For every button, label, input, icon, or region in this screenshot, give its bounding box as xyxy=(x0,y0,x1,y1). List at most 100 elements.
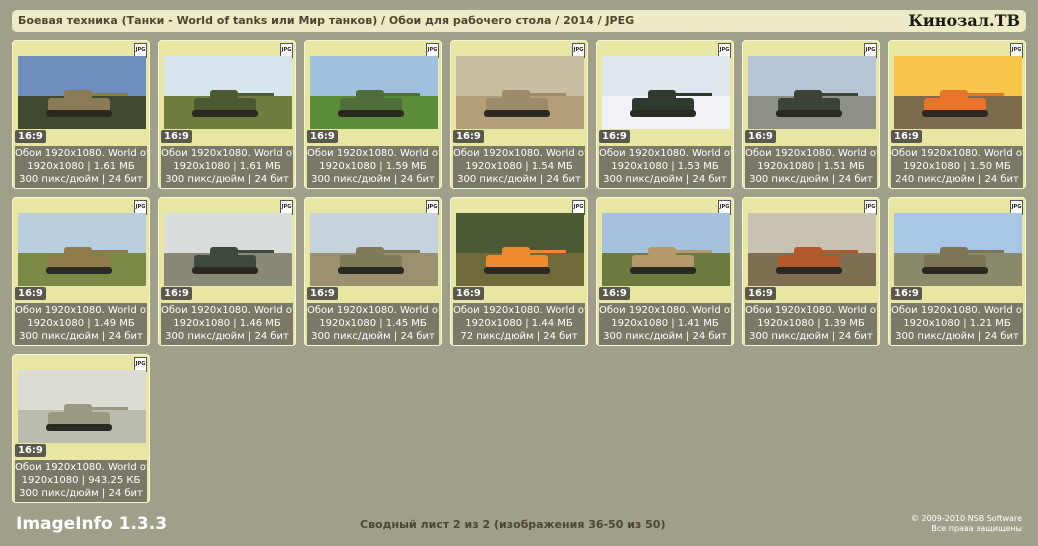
aspect-ratio-badge: 16:9 xyxy=(307,130,338,143)
image-name: Обои 1920x1080. World of Tanks xyxy=(453,148,585,159)
image-info: Обои 1920x1080. World of Tanks 1920x1080 … xyxy=(307,303,439,345)
image-info: Обои 1920x1080. World of Tanks 1920x1080 … xyxy=(307,146,439,188)
aspect-ratio-badge: 16:9 xyxy=(745,130,776,143)
tank-image[interactable] xyxy=(18,213,146,286)
image-dpi: 300 пикс/дюйм | 24 бит xyxy=(19,331,143,342)
copyright-line: © 2009-2010 NSB Software xyxy=(910,514,1022,523)
image-info: Обои 1920x1080. World of Tanks 1920x1080 … xyxy=(745,146,877,188)
image-dpi: 300 пикс/дюйм | 24 бит xyxy=(457,174,581,185)
tank-image[interactable] xyxy=(164,56,292,129)
tank-image[interactable] xyxy=(602,213,730,286)
image-name: Обои 1920x1080. World of Tanks xyxy=(599,148,731,159)
aspect-ratio-badge: 16:9 xyxy=(161,130,192,143)
image-meta: 1920x1080 | 1.59 МБ xyxy=(319,161,427,172)
image-dpi: 300 пикс/дюйм | 24 бит xyxy=(603,331,727,342)
image-dpi: 300 пикс/дюйм | 24 бит xyxy=(165,331,289,342)
thumbnail-card[interactable]: JPG16:9Обои 1920x1080. World of Tanks192… xyxy=(450,40,588,189)
aspect-ratio-badge: 16:9 xyxy=(15,287,46,300)
image-meta: 1920x1080 | 1.46 МБ xyxy=(173,318,281,329)
thumbnail-card[interactable]: JPG16:9Обои 1920x1080. World of Tanks192… xyxy=(888,40,1026,189)
image-name: Обои 1920x1080. World of Tanks xyxy=(599,305,731,316)
aspect-ratio-badge: 16:9 xyxy=(15,444,46,457)
image-meta: 1920x1080 | 1.61 МБ xyxy=(173,161,281,172)
image-info: Обои 1920x1080. World of Tanks 1920x1080 … xyxy=(161,303,293,345)
image-dpi: 72 пикс/дюйм | 24 бит xyxy=(460,331,578,342)
image-meta: 1920x1080 | 1.61 МБ xyxy=(27,161,135,172)
image-name: Обои 1920x1080. World of Tanks xyxy=(745,148,877,159)
thumbnail-card[interactable]: JPG16:9Обои 1920x1080. World of Tanks192… xyxy=(304,40,442,189)
tank-image[interactable] xyxy=(894,56,1022,129)
image-name: Обои 1920x1080. World of Tanks xyxy=(745,305,877,316)
image-info: Обои 1920x1080. World of Tanks 1920x1080 … xyxy=(599,303,731,345)
image-meta: 1920x1080 | 1.49 МБ xyxy=(27,318,135,329)
thumbnail-card[interactable]: JPG16:9Обои 1920x1080. World of Tanks192… xyxy=(158,197,296,346)
image-dpi: 300 пикс/дюйм | 24 бит xyxy=(311,331,435,342)
tank-image[interactable] xyxy=(748,213,876,286)
aspect-ratio-badge: 16:9 xyxy=(453,130,484,143)
tank-image[interactable] xyxy=(18,56,146,129)
aspect-ratio-badge: 16:9 xyxy=(599,287,630,300)
image-name: Обои 1920x1080. World of Tanks xyxy=(161,305,293,316)
thumbnail-card[interactable]: JPG16:9Обои 1920x1080. World of Tanks192… xyxy=(888,197,1026,346)
image-info: Обои 1920x1080. World of Tanks 1920x1080 … xyxy=(599,146,731,188)
aspect-ratio-badge: 16:9 xyxy=(15,130,46,143)
header-bar: Боевая техника (Танки - World of tanks и… xyxy=(12,10,1026,32)
thumbnail-card[interactable]: JPG16:9Обои 1920x1080. World of Tanks192… xyxy=(742,40,880,189)
image-info: Обои 1920x1080. World of Tanks 1920x1080 … xyxy=(15,146,147,188)
tank-image[interactable] xyxy=(748,56,876,129)
tank-image[interactable] xyxy=(602,56,730,129)
image-meta: 1920x1080 | 1.45 МБ xyxy=(319,318,427,329)
image-dpi: 300 пикс/дюйм | 24 бит xyxy=(165,174,289,185)
image-info: Обои 1920x1080. World of Tanks 1920x1080 … xyxy=(745,303,877,345)
tank-image[interactable] xyxy=(310,213,438,286)
thumbnail-card[interactable]: JPG16:9Обои 1920x1080. World of Tanks192… xyxy=(450,197,588,346)
image-name: Обои 1920x1080. World of Tanks xyxy=(307,305,439,316)
aspect-ratio-badge: 16:9 xyxy=(307,287,338,300)
image-meta: 1920x1080 | 1.54 МБ xyxy=(465,161,573,172)
sheet-status: Сводный лист 2 из 2 (изображения 36-50 и… xyxy=(360,518,666,531)
thumbnail-card[interactable]: JPG16:9Обои 1920x1080. World of Tanks192… xyxy=(596,40,734,189)
image-dpi: 300 пикс/дюйм | 24 бит xyxy=(19,174,143,185)
copyright: © 2009-2010 NSB Software Все права защищ… xyxy=(911,514,1022,534)
image-name: Обои 1920x1080. World of Tanks xyxy=(15,305,147,316)
tank-image[interactable] xyxy=(164,213,292,286)
image-dpi: 300 пикс/дюйм | 24 бит xyxy=(603,174,727,185)
aspect-ratio-badge: 16:9 xyxy=(891,130,922,143)
image-meta: 1920x1080 | 1.51 МБ xyxy=(757,161,865,172)
app-name: ImageInfo 1.3.3 xyxy=(16,514,168,534)
image-info: Обои 1920x1080. World of Tanks 1920x1080 … xyxy=(15,303,147,345)
thumbnail-card[interactable]: JPG16:9Обои 1920x1080. World of Tanks192… xyxy=(12,354,150,503)
image-dpi: 300 пикс/дюйм | 24 бит xyxy=(749,174,873,185)
image-info: Обои 1920x1080. World of Tanks 1920x1080 … xyxy=(453,146,585,188)
image-name: Обои 1920x1080. World of Tanks xyxy=(891,148,1023,159)
thumbnail-card[interactable]: JPG16:9Обои 1920x1080. World of Tanks192… xyxy=(12,40,150,189)
image-meta: 1920x1080 | 1.50 МБ xyxy=(903,161,1011,172)
image-info: Обои 1920x1080. World of Tanks 1920x1080 … xyxy=(891,146,1023,188)
image-dpi: 300 пикс/дюйм | 24 бит xyxy=(311,174,435,185)
image-info: Обои 1920x1080. World of Tanks 1920x1080 … xyxy=(161,146,293,188)
image-meta: 1920x1080 | 1.44 МБ xyxy=(465,318,573,329)
aspect-ratio-badge: 16:9 xyxy=(745,287,776,300)
tank-image[interactable] xyxy=(456,56,584,129)
image-info: Обои 1920x1080. World of Tanks 1920x1080 … xyxy=(453,303,585,345)
image-name: Обои 1920x1080. World of Tanks xyxy=(307,148,439,159)
tank-image[interactable] xyxy=(894,213,1022,286)
tank-image[interactable] xyxy=(310,56,438,129)
tank-image[interactable] xyxy=(456,213,584,286)
image-meta: 1920x1080 | 1.41 МБ xyxy=(611,318,719,329)
thumbnail-card[interactable]: JPG16:9Обои 1920x1080. World of Tanks192… xyxy=(596,197,734,346)
image-meta: 1920x1080 | 1.21 МБ xyxy=(903,318,1011,329)
thumbnail-card[interactable]: JPG16:9Обои 1920x1080. World of Tanks192… xyxy=(158,40,296,189)
image-info: Обои 1920x1080. World of Tanks 1920x1080 … xyxy=(891,303,1023,345)
image-meta: 1920x1080 | 1.53 МБ xyxy=(611,161,719,172)
aspect-ratio-badge: 16:9 xyxy=(161,287,192,300)
rights-line: Все права защищены xyxy=(931,524,1022,533)
image-dpi: 300 пикс/дюйм | 24 бит xyxy=(19,488,143,499)
tank-image[interactable] xyxy=(18,370,146,443)
thumbnail-card[interactable]: JPG16:9Обои 1920x1080. World of Tanks192… xyxy=(12,197,150,346)
thumbnail-card[interactable]: JPG16:9Обои 1920x1080. World of Tanks192… xyxy=(304,197,442,346)
thumbnail-card[interactable]: JPG16:9Обои 1920x1080. World of Tanks192… xyxy=(742,197,880,346)
image-meta: 1920x1080 | 1.39 МБ xyxy=(757,318,865,329)
aspect-ratio-badge: 16:9 xyxy=(599,130,630,143)
image-dpi: 300 пикс/дюйм | 24 бит xyxy=(895,331,1019,342)
